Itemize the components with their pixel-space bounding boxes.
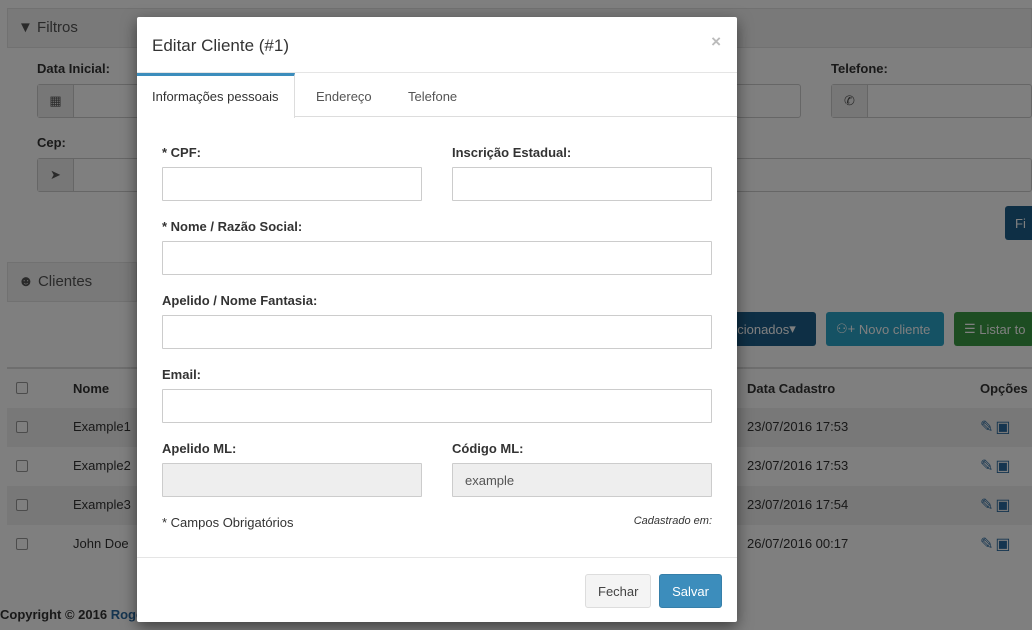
inscricao-estadual-label: Inscrição Estadual: — [452, 145, 572, 160]
close-button[interactable]: Fechar — [585, 574, 651, 608]
cpf-field[interactable] — [162, 167, 422, 201]
edit-client-modal: Editar Cliente (#1) × Informações pessoa… — [137, 17, 737, 622]
modal-title: Editar Cliente (#1) — [152, 36, 290, 55]
cpf-label: * CPF: — [162, 145, 201, 160]
codigo-ml-field — [452, 463, 712, 497]
apelido-nome-fantasia-label: Apelido / Nome Fantasia: — [162, 293, 318, 308]
modal-footer: Fechar Salvar — [137, 557, 737, 622]
email-field[interactable] — [162, 389, 712, 423]
tab-informacoes-pessoais[interactable]: Informações pessoais — [137, 73, 295, 118]
tab-endereco[interactable]: Endereço — [316, 73, 372, 117]
inscricao-estadual-field[interactable] — [452, 167, 712, 201]
required-fields-note: * Campos Obrigatórios — [162, 515, 294, 530]
save-button[interactable]: Salvar — [659, 574, 722, 608]
apelido-ml-field — [162, 463, 422, 497]
codigo-ml-label: Código ML: — [452, 441, 524, 456]
modal-header: Editar Cliente (#1) × — [137, 17, 737, 73]
apelido-nome-fantasia-field[interactable] — [162, 315, 712, 349]
registered-at-label: Cadastrado em: — [633, 515, 712, 527]
nome-razao-social-field[interactable] — [162, 241, 712, 275]
close-icon[interactable]: × — [711, 32, 721, 52]
modal-tabs: Informações pessoais Endereço Telefone — [137, 73, 737, 118]
email-label: Email: — [162, 367, 202, 382]
apelido-ml-label: Apelido ML: — [162, 441, 237, 456]
tab-telefone[interactable]: Telefone — [408, 73, 457, 117]
nome-razao-social-label: * Nome / Razão Social: — [162, 219, 303, 234]
